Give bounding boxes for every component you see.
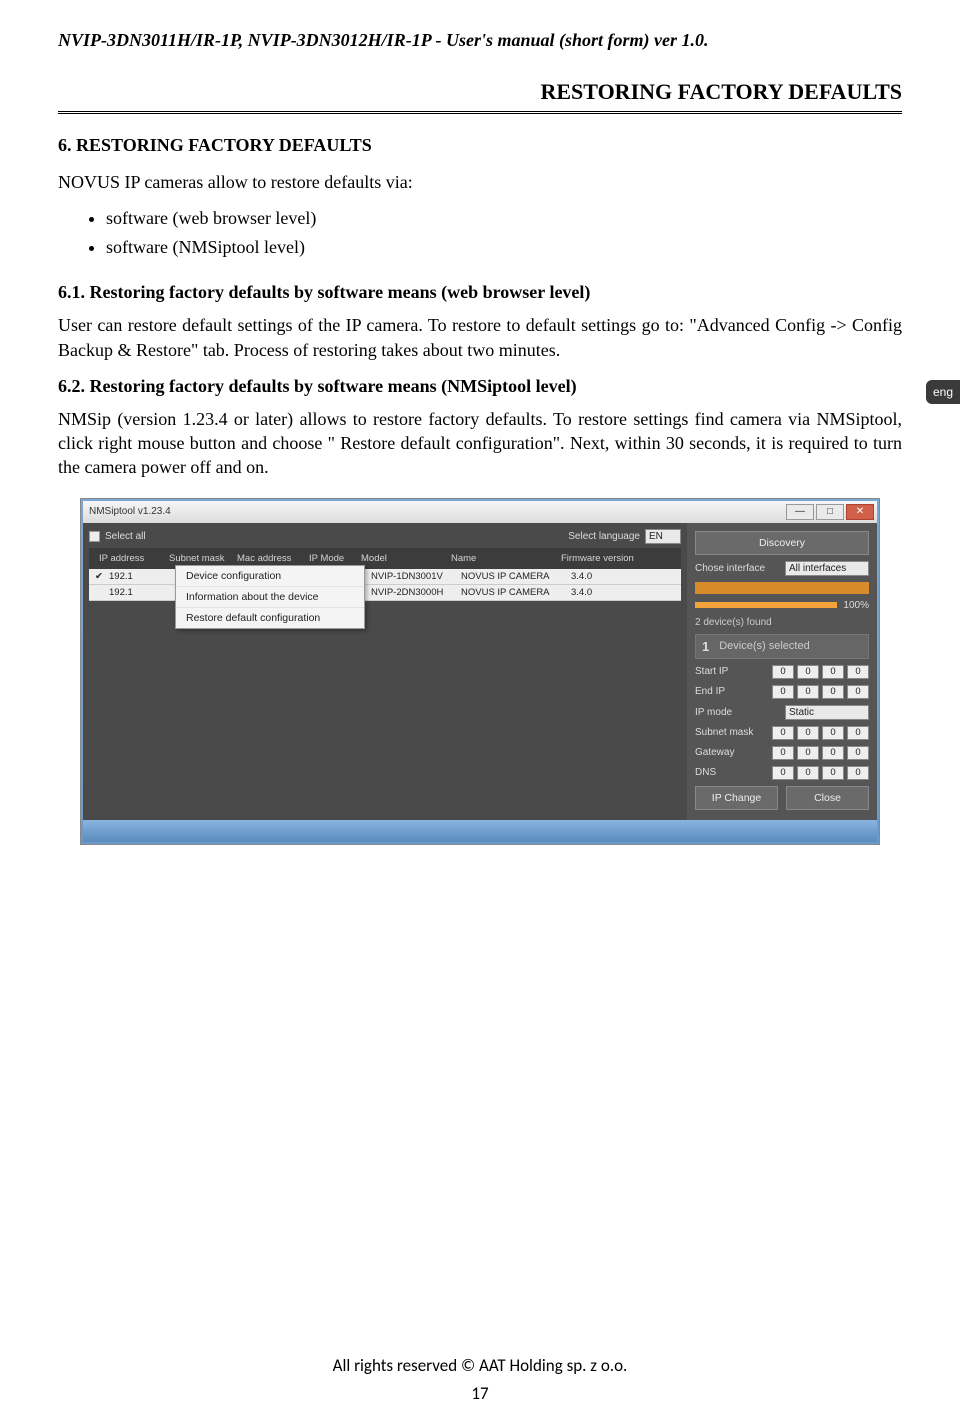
cell-name: NOVUS IP CAMERA xyxy=(455,585,565,600)
ip-octet[interactable]: 0 xyxy=(847,746,869,760)
page-title: RESTORING FACTORY DEFAULTS xyxy=(58,79,902,105)
progress-bar xyxy=(695,602,837,608)
ip-octet[interactable]: 0 xyxy=(772,726,794,740)
ip-octet[interactable]: 0 xyxy=(797,766,819,780)
col-model[interactable]: Model xyxy=(355,551,445,566)
ip-octet[interactable]: 0 xyxy=(822,685,844,699)
col-ip[interactable]: IP address xyxy=(93,551,163,566)
ip-octet[interactable]: 0 xyxy=(847,766,869,780)
cell-fw: 3.4.0 xyxy=(565,585,681,600)
ip-octet[interactable]: 0 xyxy=(822,766,844,780)
devices-selected-badge: 1 Device(s) selected xyxy=(695,634,869,659)
gateway-fields[interactable]: 0 0 0 0 xyxy=(772,746,869,760)
section-6-1-heading: 6.1. Restoring factory defaults by softw… xyxy=(58,282,902,303)
devices-selected-label: Device(s) selected xyxy=(719,640,809,652)
col-name[interactable]: Name xyxy=(445,551,555,566)
choose-interface-select[interactable]: All interfaces xyxy=(785,561,869,576)
close-button[interactable]: ✕ xyxy=(846,504,874,520)
maximize-button[interactable]: □ xyxy=(816,504,844,520)
ip-octet[interactable]: 0 xyxy=(797,665,819,679)
window-titlebar[interactable]: NMSiptool v1.23.4 — □ ✕ xyxy=(83,501,877,523)
dns-fields[interactable]: 0 0 0 0 xyxy=(772,766,869,780)
end-ip-fields[interactable]: 0 0 0 0 xyxy=(772,685,869,699)
col-subnet[interactable]: Subnet mask xyxy=(163,551,231,566)
subnet-mask-fields[interactable]: 0 0 0 0 xyxy=(772,726,869,740)
list-item: software (web browser level) xyxy=(106,208,902,229)
ctx-device-info[interactable]: Information about the device xyxy=(176,587,364,608)
taskbar-strip xyxy=(83,820,877,842)
section-6-2-heading: 6.2. Restoring factory defaults by softw… xyxy=(58,376,902,397)
dns-label: DNS xyxy=(695,767,716,778)
list-item: software (NMSiptool level) xyxy=(106,237,902,258)
ip-octet[interactable]: 0 xyxy=(822,665,844,679)
end-ip-label: End IP xyxy=(695,686,725,697)
doc-header: NVIP-3DN3011H/IR-1P, NVIP-3DN3012H/IR-1P… xyxy=(58,30,902,51)
ip-octet[interactable]: 0 xyxy=(822,746,844,760)
section-6-1-body: User can restore default settings of the… xyxy=(58,313,902,362)
ip-octet[interactable]: 0 xyxy=(847,685,869,699)
ip-mode-label: IP mode xyxy=(695,707,732,718)
cell-ip: 192.1 xyxy=(103,569,173,584)
section-6-heading: 6. RESTORING FACTORY DEFAULTS xyxy=(58,135,902,156)
progress-percent: 100% xyxy=(843,600,869,611)
ip-octet[interactable]: 0 xyxy=(797,726,819,740)
cell-model: NVIP-1DN3001V xyxy=(365,569,455,584)
ip-octet[interactable]: 0 xyxy=(847,665,869,679)
devices-selected-count: 1 xyxy=(702,639,709,654)
config-pane: Discovery Chose interface All interfaces… xyxy=(687,523,877,820)
select-all-checkbox[interactable] xyxy=(89,531,100,542)
ip-octet[interactable]: 0 xyxy=(772,766,794,780)
close-panel-button[interactable]: Close xyxy=(786,786,869,810)
intro-text: NOVUS IP cameras allow to restore defaul… xyxy=(58,170,902,194)
col-ipmode[interactable]: IP Mode xyxy=(303,551,355,566)
page-number: 17 xyxy=(0,1383,960,1404)
interface-bar xyxy=(695,582,869,594)
window-title: NMSiptool v1.23.4 xyxy=(89,506,171,517)
ctx-device-config[interactable]: Device configuration xyxy=(176,566,364,587)
nmsiptool-window: NMSiptool v1.23.4 — □ ✕ Select all Selec… xyxy=(80,498,880,845)
footer-copyright: All rights reserved © AAT Holding sp. z … xyxy=(0,1355,960,1376)
minimize-button[interactable]: — xyxy=(786,504,814,520)
discovery-button[interactable]: Discovery xyxy=(695,531,869,555)
devices-found: 2 device(s) found xyxy=(695,617,869,628)
ip-change-button[interactable]: IP Change xyxy=(695,786,778,810)
language-select[interactable]: EN xyxy=(645,529,681,544)
start-ip-label: Start IP xyxy=(695,666,728,677)
ip-octet[interactable]: 0 xyxy=(797,746,819,760)
cell-name: NOVUS IP CAMERA xyxy=(455,569,565,584)
ip-octet[interactable]: 0 xyxy=(797,685,819,699)
col-firmware[interactable]: Firmware version xyxy=(555,551,677,566)
ip-octet[interactable]: 0 xyxy=(772,746,794,760)
cell-ip: 192.1 xyxy=(103,585,173,600)
col-mac[interactable]: Mac address xyxy=(231,551,303,566)
cell-fw: 3.4.0 xyxy=(565,569,681,584)
defaults-methods-list: software (web browser level) software (N… xyxy=(106,208,902,258)
ip-octet[interactable]: 0 xyxy=(772,665,794,679)
language-badge: eng xyxy=(926,380,960,404)
ip-octet[interactable]: 0 xyxy=(847,726,869,740)
cell-model: NVIP-2DN3000H xyxy=(365,585,455,600)
ip-octet[interactable]: 0 xyxy=(822,726,844,740)
ip-octet[interactable]: 0 xyxy=(772,685,794,699)
context-menu: Device configuration Information about t… xyxy=(175,565,365,629)
section-6-2-body: NMSip (version 1.23.4 or later) allows t… xyxy=(58,407,902,480)
subnet-mask-label: Subnet mask xyxy=(695,727,753,738)
device-list-pane: Select all Select language EN IP address… xyxy=(83,523,687,820)
gateway-label: Gateway xyxy=(695,747,734,758)
choose-interface-label: Chose interface xyxy=(695,563,765,574)
title-divider xyxy=(58,111,902,115)
ctx-restore-default[interactable]: Restore default configuration xyxy=(176,608,364,628)
select-all-label: Select all xyxy=(105,531,146,542)
start-ip-fields[interactable]: 0 0 0 0 xyxy=(772,665,869,679)
language-label: Select language xyxy=(568,531,640,542)
ip-mode-select[interactable]: Static xyxy=(785,705,869,720)
